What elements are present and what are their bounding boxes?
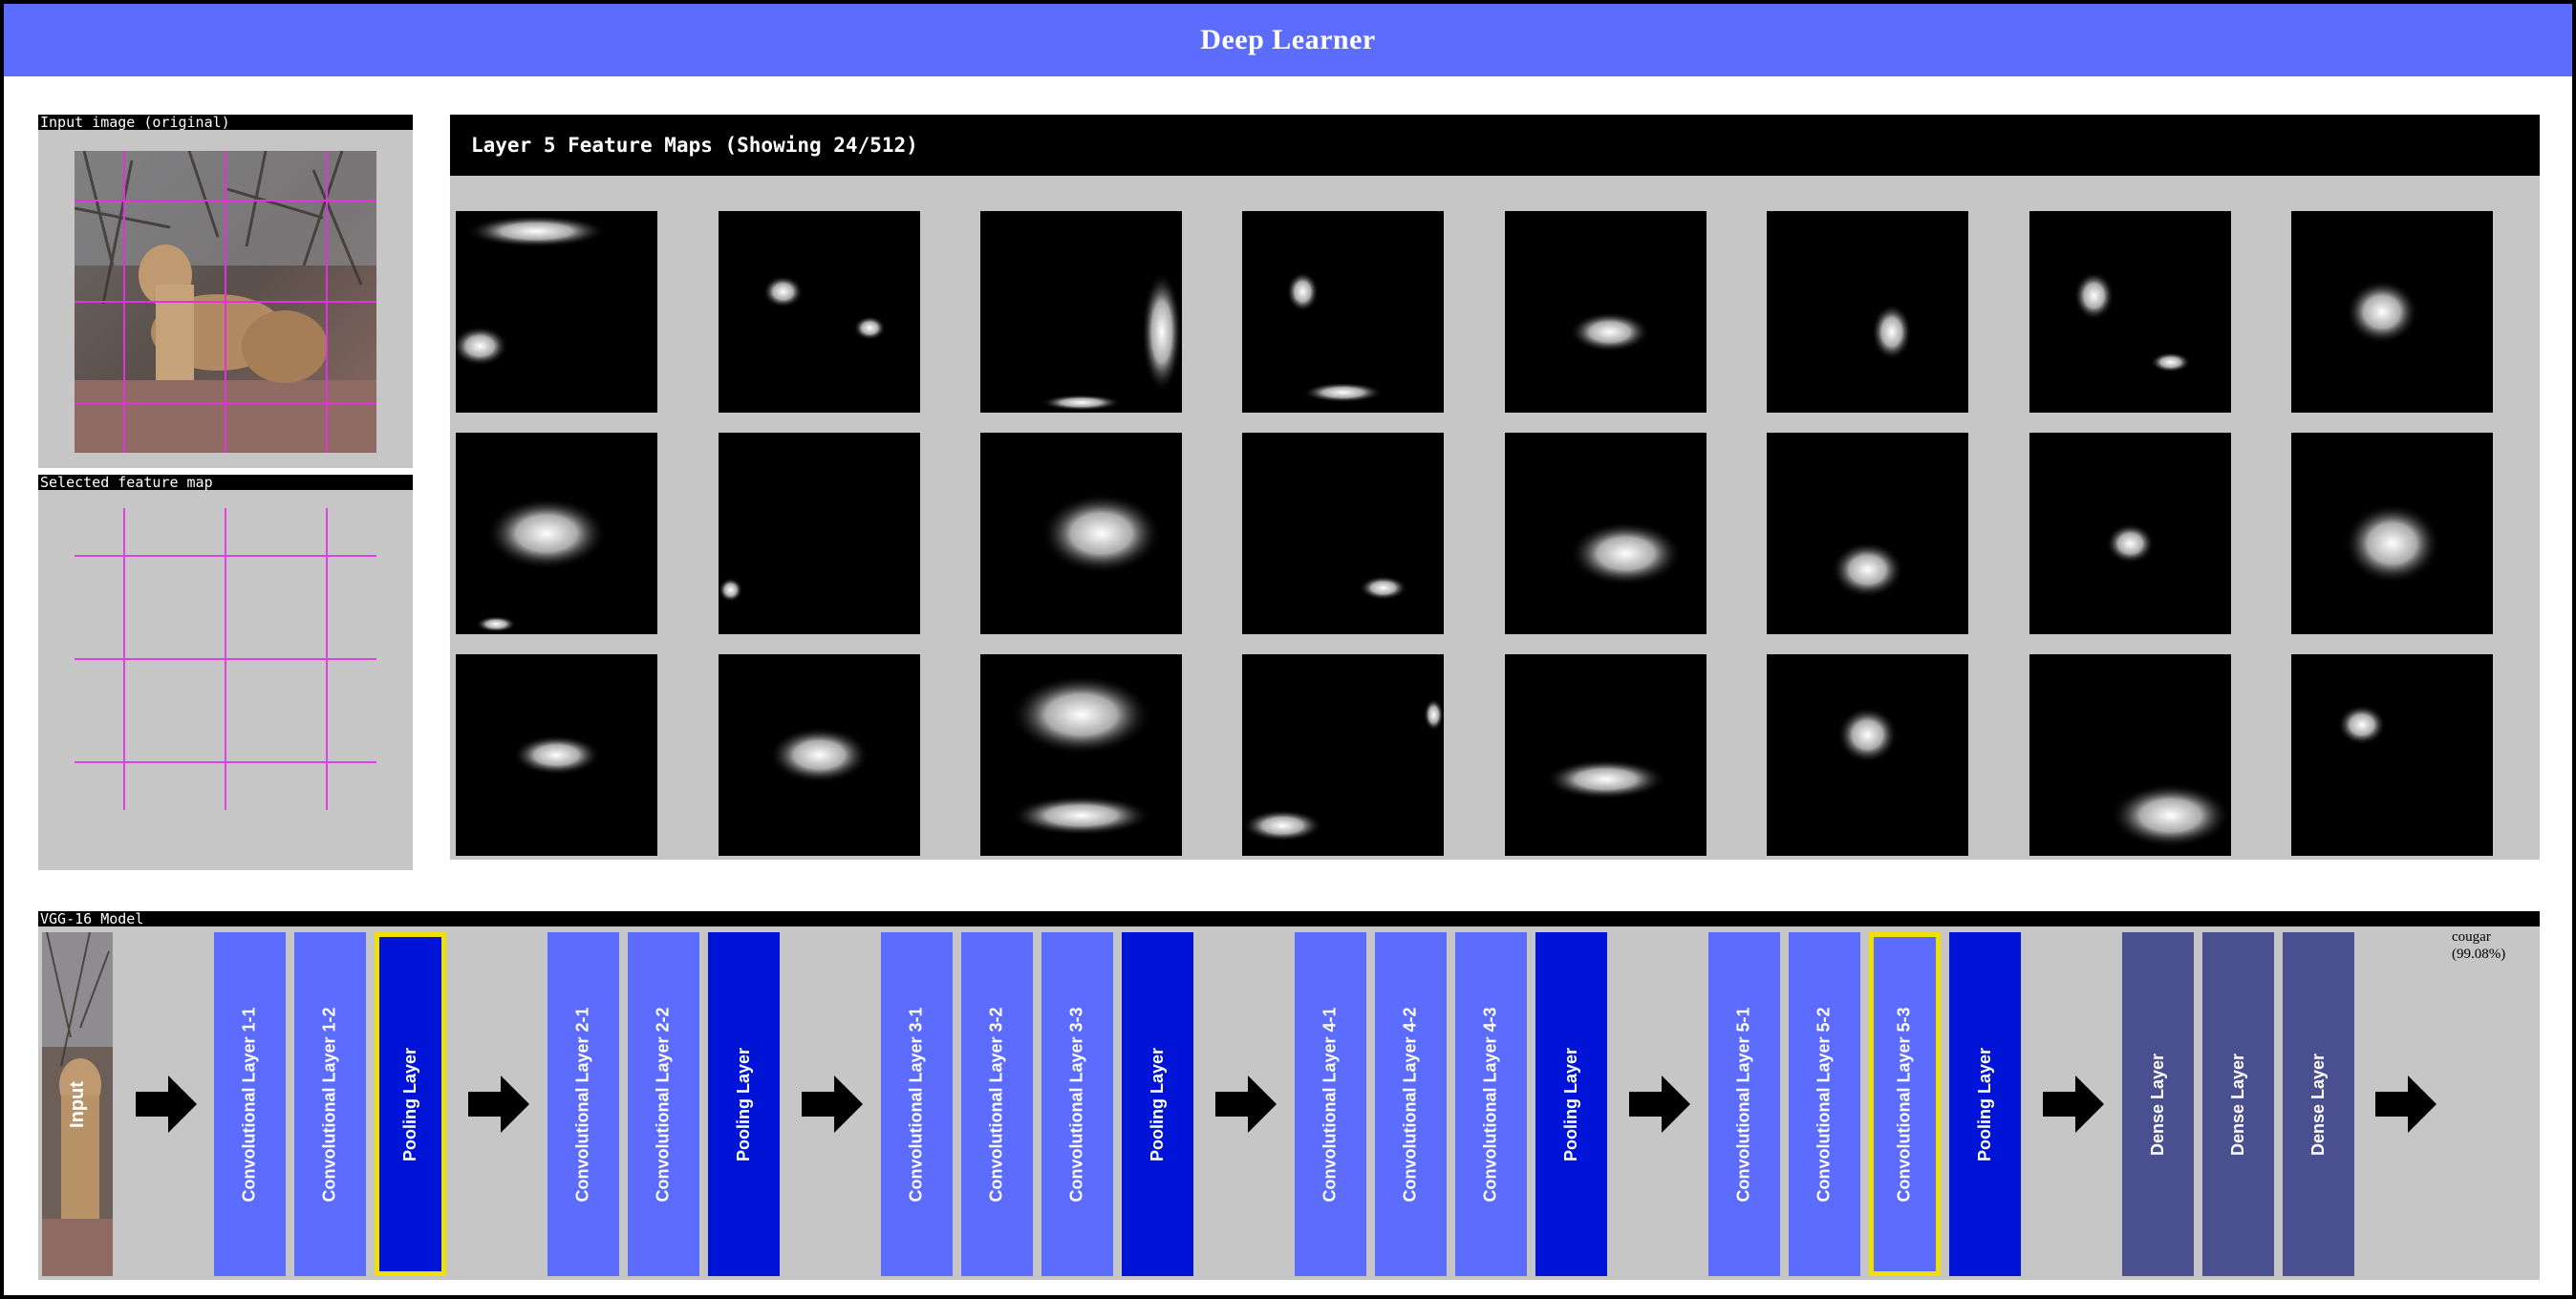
conv-layer-block[interactable]: Convolutional Layer 5-2	[1789, 932, 1860, 1276]
layer-label: Pooling Layer	[1148, 1047, 1167, 1161]
input-image-label: Input image (original)	[38, 115, 413, 130]
feature-map-tile[interactable]	[1505, 211, 1707, 413]
conv-layer-block[interactable]: Convolutional Layer 3-2	[961, 932, 1033, 1276]
feature-map-tile[interactable]	[2029, 433, 2231, 634]
layer-label: Dense Layer	[2148, 1053, 2167, 1156]
conv-layer-block[interactable]: Convolutional Layer 2-1	[547, 932, 619, 1276]
layer-label: Pooling Layer	[400, 1047, 419, 1161]
prediction: cougar (99.08%)	[2452, 928, 2505, 963]
feature-map-tile[interactable]	[1767, 654, 1968, 856]
dense-layer-block[interactable]: Dense Layer	[2283, 932, 2354, 1276]
layer-label: Convolutional Layer 4-2	[1401, 1006, 1421, 1203]
layer-label: Convolutional Layer 4-3	[1481, 1006, 1501, 1203]
layer-label: Dense Layer	[2308, 1053, 2328, 1156]
layer-label: Convolutional Layer 4-1	[1320, 1006, 1341, 1203]
conv-layer-block[interactable]: Convolutional Layer 4-1	[1295, 932, 1366, 1276]
feature-map-tile[interactable]	[456, 654, 657, 856]
feature-map-tile[interactable]	[980, 433, 1182, 634]
right-arrow-icon	[2375, 1075, 2436, 1133]
prediction-label: cougar	[2452, 929, 2491, 945]
layer-label: Convolutional Layer 2-1	[573, 1006, 593, 1203]
feature-map-tile[interactable]	[456, 433, 657, 634]
feature-map-tile[interactable]	[456, 211, 657, 413]
pooling-layer-block[interactable]: Pooling Layer	[1949, 932, 2021, 1276]
selected-feature-map-label: Selected feature map	[38, 475, 413, 490]
layer-label: Pooling Layer	[1561, 1047, 1580, 1161]
conv-layer-block[interactable]: Convolutional Layer 3-3	[1041, 932, 1113, 1276]
right-arrow-icon	[1215, 1075, 1277, 1133]
feature-map-tile[interactable]	[1242, 654, 1444, 856]
layer-label: Convolutional Layer 1-1	[240, 1006, 260, 1203]
layer-label: Dense Layer	[2228, 1053, 2247, 1156]
layer-label: Convolutional Layer 2-2	[654, 1006, 674, 1203]
conv-layer-block[interactable]: Convolutional Layer 5-1	[1708, 932, 1780, 1276]
app-title: Deep Learner	[1200, 24, 1376, 55]
dense-layer-block[interactable]: Dense Layer	[2122, 932, 2194, 1276]
layer-label: Convolutional Layer 3-1	[907, 1006, 927, 1203]
feature-map-tile[interactable]	[719, 433, 920, 634]
layer-label: Convolutional Layer 3-3	[1067, 1006, 1087, 1203]
feature-map-tile[interactable]	[2291, 654, 2493, 856]
right-arrow-icon	[802, 1075, 863, 1133]
feature-map-tile[interactable]	[2291, 211, 2493, 413]
right-arrow-icon	[136, 1075, 197, 1133]
feature-map-tile[interactable]	[980, 654, 1182, 856]
feature-map-tile[interactable]	[1242, 211, 1444, 413]
layer-label: Convolutional Layer 5-2	[1814, 1006, 1835, 1203]
feature-map-tile[interactable]	[1767, 433, 1968, 634]
feature-map-tile[interactable]	[1242, 433, 1444, 634]
feature-map-tile[interactable]	[2291, 433, 2493, 634]
dense-layer-block[interactable]: Dense Layer	[2202, 932, 2274, 1276]
layer-label: Pooling Layer	[1975, 1047, 1994, 1161]
conv-layer-block[interactable]: Convolutional Layer 4-3	[1455, 932, 1527, 1276]
input-layer-thumbnail[interactable]: Input	[42, 932, 113, 1276]
feature-map-tile[interactable]	[980, 211, 1182, 413]
feature-map-tile[interactable]	[719, 654, 920, 856]
feature-map-tile[interactable]	[1505, 654, 1707, 856]
conv-layer-block[interactable]: Convolutional Layer 1-2	[294, 932, 366, 1276]
pooling-layer-block[interactable]: Pooling Layer	[1535, 932, 1607, 1276]
feature-map-tile[interactable]	[1767, 211, 1968, 413]
layer-label: Convolutional Layer 3-2	[987, 1006, 1007, 1203]
conv-layer-block[interactable]: Convolutional Layer 3-1	[881, 932, 953, 1276]
input-layer-label: Input	[66, 1080, 88, 1128]
feature-map-tile[interactable]	[2029, 654, 2231, 856]
selected-feature-map[interactable]	[75, 508, 376, 810]
conv-layer-block[interactable]: Convolutional Layer 4-2	[1375, 932, 1447, 1276]
layer-label: Pooling Layer	[734, 1047, 753, 1161]
input-image[interactable]	[75, 151, 376, 453]
feature-map-tile[interactable]	[719, 211, 920, 413]
layer-label: Convolutional Layer 1-2	[320, 1006, 340, 1203]
feature-map-tile[interactable]	[2029, 211, 2231, 413]
model-label: VGG-16 Model	[38, 911, 2540, 926]
pooling-layer-block[interactable]: Pooling Layer	[708, 932, 780, 1276]
conv-layer-block[interactable]: Convolutional Layer 1-1	[214, 932, 286, 1276]
conv-layer-block[interactable]: Convolutional Layer 5-3	[1869, 932, 1941, 1276]
right-arrow-icon	[1629, 1075, 1690, 1133]
feature-map-tile[interactable]	[1505, 433, 1707, 634]
feature-maps-title: Layer 5 Feature Maps (Showing 24/512)	[450, 115, 2540, 176]
conv-layer-block[interactable]: Convolutional Layer 2-2	[628, 932, 699, 1276]
layer-label: Convolutional Layer 5-1	[1734, 1006, 1754, 1203]
right-arrow-icon	[2043, 1075, 2104, 1133]
pooling-layer-block[interactable]: Pooling Layer	[375, 932, 446, 1276]
layer-label: Convolutional Layer 5-3	[1895, 1006, 1915, 1203]
right-arrow-icon	[468, 1075, 529, 1133]
pooling-layer-block[interactable]: Pooling Layer	[1122, 932, 1193, 1276]
app-header: Deep Learner	[4, 4, 2572, 76]
prediction-confidence: (99.08%)	[2452, 947, 2506, 962]
